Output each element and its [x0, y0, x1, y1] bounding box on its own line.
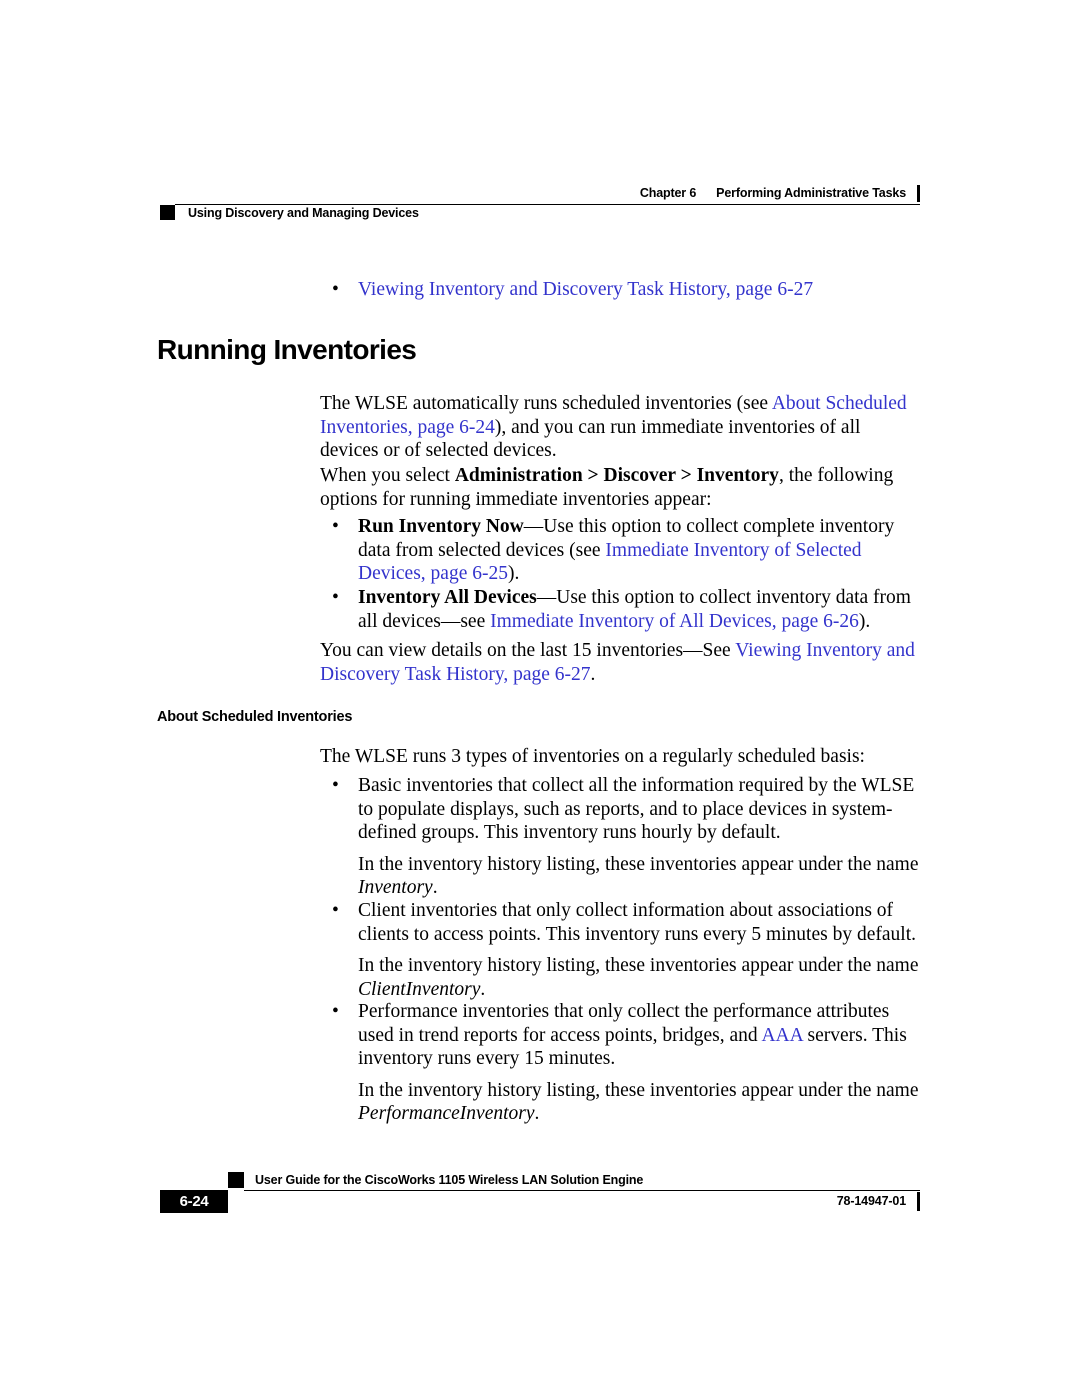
link-viewing-inventory-history-top[interactable]: Viewing Inventory and Discovery Task His…	[358, 279, 813, 300]
history-note-prefix: In the inventory history listing, these …	[358, 853, 919, 875]
header-divider-rule	[175, 204, 920, 205]
subheading-about-scheduled-inventories: About Scheduled Inventories	[157, 709, 353, 725]
history-note-prefix: In the inventory history listing, these …	[358, 955, 919, 976]
footer-guide-title: User Guide for the CiscoWorks 1105 Wirel…	[255, 1173, 644, 1187]
list-item-client-inventories: • Client inventories that only collect i…	[320, 899, 922, 1001]
performance-inventories-history-note: In the inventory history listing, these …	[358, 1079, 922, 1126]
document-page: Chapter 6 Performing Administrative Tasks…	[0, 0, 1080, 1397]
paragraph-text-part-1: You can view details on the last 15 inve…	[320, 640, 736, 661]
list-item-run-inventory-now: • Run Inventory Now—Use this option to c…	[320, 515, 922, 586]
paragraph-automatic-inventories: The WLSE automatically runs scheduled in…	[320, 392, 922, 463]
basic-inventories-history-note: In the inventory history listing, these …	[358, 853, 922, 900]
bullet-marker-icon: •	[332, 516, 339, 537]
footer-page-number: 6-24	[179, 1193, 209, 1210]
paragraph-text-part-2: .	[590, 663, 596, 685]
inventory-name-basic: Inventory	[358, 877, 433, 898]
history-note-suffix: .	[534, 1103, 540, 1124]
header-edge-tick-icon	[917, 185, 920, 202]
inventory-name-performance: PerformanceInventory	[358, 1103, 535, 1124]
bullet-marker-icon: •	[332, 775, 339, 796]
link-immediate-inventory-all-devices[interactable]: Immediate Inventory of All Devices, page…	[490, 611, 859, 632]
page-footer: User Guide for the CiscoWorks 1105 Wirel…	[160, 1172, 920, 1222]
bullet-marker-icon: •	[332, 900, 339, 921]
history-note-suffix: .	[480, 978, 486, 1000]
header-chapter-label: Chapter 6	[639, 186, 697, 200]
option-description-part-2: ).	[858, 610, 871, 632]
bullet-marker-icon: •	[332, 279, 339, 300]
history-note-prefix: In the inventory history listing, these …	[358, 1079, 919, 1101]
header-square-icon	[160, 205, 175, 220]
option-label-inventory-all-devices: Inventory All Devices	[358, 587, 537, 608]
paragraph-three-types: The WLSE runs 3 types of inventories on …	[320, 746, 865, 767]
option-description-part-2: ).	[507, 563, 520, 584]
footer-divider-rule	[244, 1190, 920, 1191]
client-inventories-description: Client inventories that only collect inf…	[358, 900, 916, 945]
list-item-basic-inventories: • Basic inventories that collect all the…	[320, 774, 922, 900]
paragraph-menu-selection: When you select Administration > Discove…	[320, 464, 922, 511]
header-chapter-info: Chapter 6 Performing Administrative Tasks	[640, 186, 906, 200]
paragraph-view-last-15-inventories: You can view details on the last 15 inve…	[320, 639, 922, 686]
list-item-inventory-all-devices: • Inventory All Devices—Use this option …	[320, 586, 922, 633]
footer-edge-tick-icon	[917, 1192, 920, 1211]
link-aaa[interactable]: AAA	[761, 1025, 802, 1046]
section-heading-running-inventories: Running Inventories	[157, 334, 417, 365]
list-item-performance-inventories: • Performance inventories that only coll…	[320, 1000, 922, 1126]
header-chapter-title: Performing Administrative Tasks	[716, 186, 906, 200]
bullet-marker-icon: •	[332, 587, 339, 608]
list-item-xref-top: • Viewing Inventory and Discovery Task H…	[320, 278, 922, 302]
footer-square-icon	[228, 1172, 244, 1188]
client-inventories-history-note: In the inventory history listing, these …	[358, 954, 922, 1001]
inventory-name-client: ClientInventory	[358, 978, 481, 1000]
header-running-title: Using Discovery and Managing Devices	[188, 206, 419, 220]
option-label-run-inventory-now: Run Inventory Now	[358, 516, 524, 537]
history-note-suffix: .	[432, 877, 438, 898]
paragraph-text-part-1: The WLSE automatically runs scheduled in…	[320, 393, 772, 414]
footer-document-id: 78-14947-01	[836, 1194, 906, 1208]
menu-path-administration-discover-inventory: Administration > Discover > Inventory	[454, 465, 779, 486]
paragraph-text-part-1: When you select	[320, 465, 455, 486]
performance-inventories-description: Performance inventories that only collec…	[358, 1000, 922, 1071]
page-header: Chapter 6 Performing Administrative Tasks…	[160, 185, 920, 230]
bullet-marker-icon: •	[332, 1001, 339, 1022]
basic-inventories-description: Basic inventories that collect all the i…	[358, 775, 915, 843]
